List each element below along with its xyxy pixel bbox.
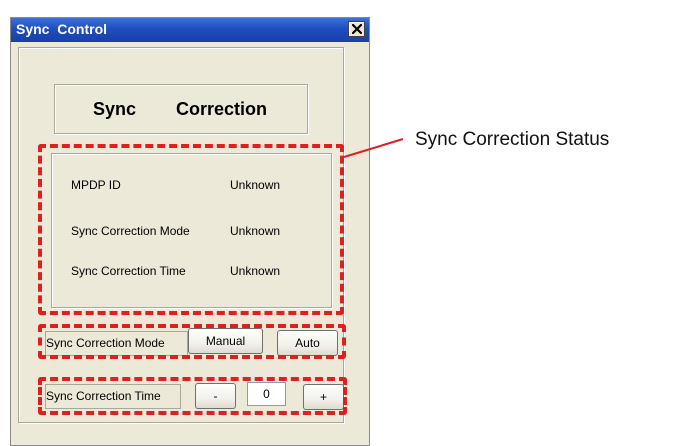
- callout-pointer-line: [343, 138, 404, 158]
- callout-label: Sync Correction Status: [415, 129, 610, 150]
- screenshot-stage: Sync Control Sync Correction MPDP ID Unk…: [0, 0, 678, 446]
